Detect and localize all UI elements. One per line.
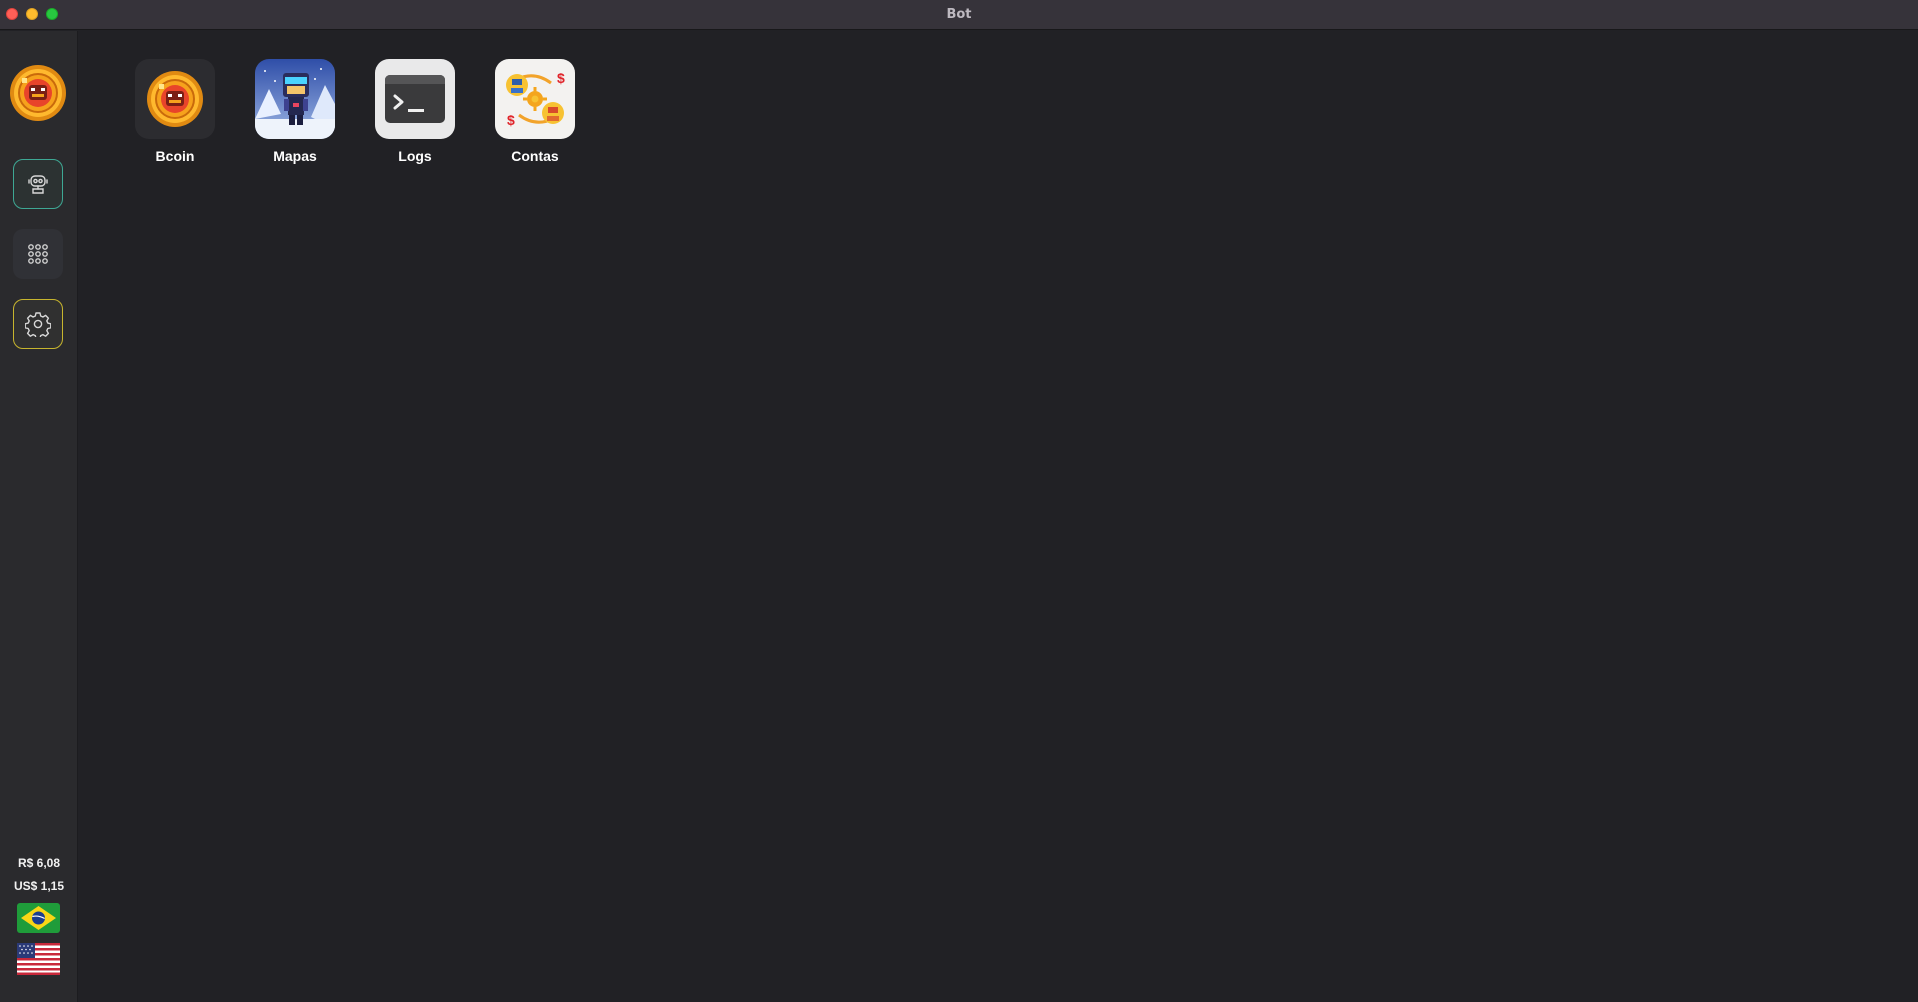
price-brl: R$ 6,08 xyxy=(17,856,61,870)
app-label: Bcoin xyxy=(155,148,195,164)
contas-app-icon-tile[interactable]: $ $ xyxy=(495,59,575,139)
usa-flag-icon[interactable] xyxy=(17,943,60,975)
gear-icon xyxy=(25,312,51,337)
window-title: Bot xyxy=(946,7,972,22)
price-usd: US$ 1,15 xyxy=(13,879,65,893)
map-character-icon xyxy=(255,59,335,139)
app-label: Contas xyxy=(511,148,559,164)
apps-nav-button[interactable] xyxy=(13,229,63,279)
bcoin-logo-icon[interactable] xyxy=(9,64,67,122)
bot-nav-button[interactable] xyxy=(13,159,63,209)
settings-nav-button[interactable] xyxy=(13,299,63,349)
svg-text:$: $ xyxy=(507,112,515,128)
brazil-flag-icon[interactable] xyxy=(17,903,60,933)
title-bar: Bot xyxy=(0,0,1918,30)
app-bcoin[interactable]: Bcoin xyxy=(115,59,235,164)
mapas-app-icon-tile[interactable] xyxy=(255,59,335,139)
app-window: Bot R$ 6,08 US$ 1,15 Bcoin Mapas Logs $ … xyxy=(0,0,1918,1002)
app-contas[interactable]: $ $ Contas xyxy=(475,59,595,164)
bcoin-app-icon-tile[interactable] xyxy=(135,59,215,139)
svg-text:$: $ xyxy=(557,70,565,86)
app-mapas[interactable]: Mapas xyxy=(235,59,355,164)
logs-app-icon-tile[interactable] xyxy=(375,59,455,139)
terminal-icon xyxy=(385,75,445,123)
app-label: Mapas xyxy=(273,148,317,164)
grid-dots-icon xyxy=(28,244,48,264)
app-logs[interactable]: Logs xyxy=(355,59,475,164)
accounts-exchange-icon: $ $ xyxy=(506,70,565,128)
bcoin-coin-icon xyxy=(147,71,203,127)
app-label: Logs xyxy=(398,148,432,164)
robot-icon xyxy=(28,175,48,194)
sidebar: R$ 6,08 US$ 1,15 xyxy=(0,31,78,1002)
